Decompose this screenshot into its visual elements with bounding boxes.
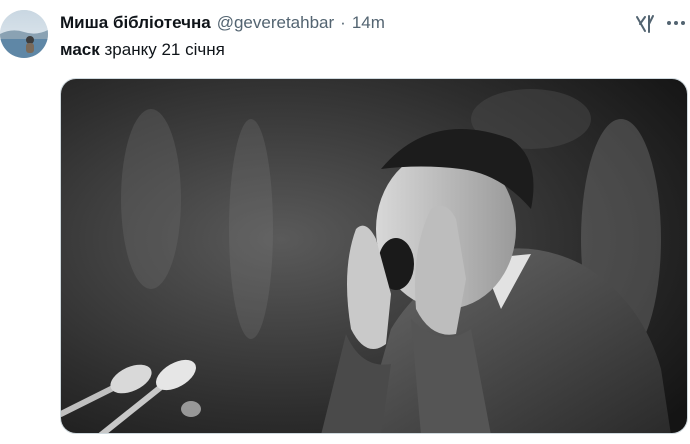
- grok-icon[interactable]: [634, 13, 656, 35]
- user-handle[interactable]: @geveretahbar: [217, 12, 334, 34]
- more-options-icon[interactable]: [664, 8, 688, 38]
- timestamp[interactable]: 14m: [352, 12, 385, 34]
- tweet-text-bold: маск: [60, 40, 100, 59]
- tweet-header: Миша бібліотечна @geveretahbar · 14m: [60, 12, 385, 34]
- separator-dot: ·: [340, 13, 346, 32]
- tweet-text: маск зранку 21 січня: [60, 39, 225, 61]
- avatar[interactable]: [0, 10, 48, 58]
- tweet-media-photo[interactable]: [60, 78, 688, 434]
- tweet-text-rest: зранку 21 січня: [99, 40, 225, 59]
- display-name[interactable]: Миша бібліотечна: [60, 12, 211, 34]
